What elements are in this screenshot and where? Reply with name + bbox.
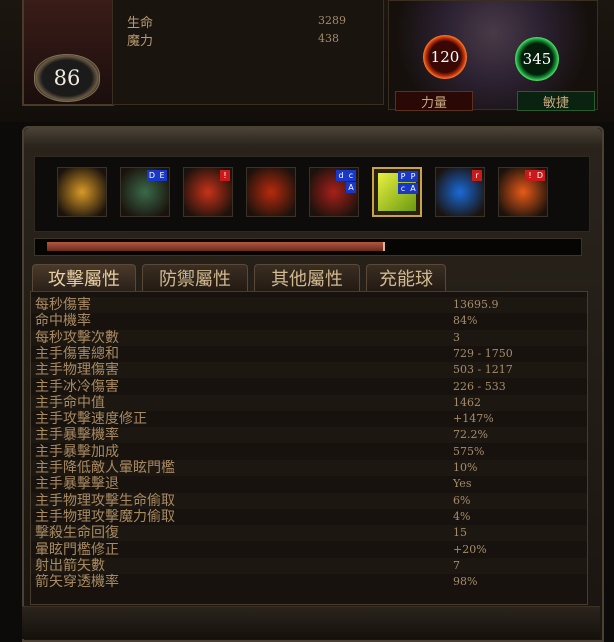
experience-bar (34, 238, 582, 256)
gem-link-tag: ! (525, 170, 535, 181)
stat-value: Yes (453, 477, 472, 491)
strength-label: 力量 (395, 91, 473, 111)
experience-bar-fill (47, 242, 385, 251)
stat-name: 擊殺生命回復 (35, 525, 119, 542)
stat-row: 主手暴擊加成 575% (31, 444, 587, 460)
stat-name: 主手暴擊機率 (35, 427, 119, 444)
stat-value: 10% (453, 461, 478, 474)
gem-link-tag: D (147, 170, 157, 181)
stat-value: 4% (453, 509, 471, 523)
stat-value: 15 (453, 526, 467, 540)
stat-row: 主手降低敵人暈眩門檻 10% (31, 460, 587, 476)
gem-link-tag: D (535, 170, 545, 181)
ember-skill-icon[interactable] (246, 167, 296, 217)
demon-skill-icon[interactable]: cdA (309, 167, 359, 217)
stat-name: 主手暴擊擊退 (35, 476, 119, 493)
tab-0[interactable]: 攻擊屬性 (32, 264, 136, 291)
stat-row: 主手物理攻擊生命偷取 6% (31, 492, 587, 509)
mana-value: 438 (318, 32, 339, 45)
window-bottom-frame (22, 606, 600, 639)
attribute-panel: 120 345 力量 敏捷 (388, 0, 598, 111)
stat-value: 84% (453, 314, 478, 328)
stat-row: 暈眩門檻修正 +20% (31, 542, 587, 558)
mana-label: 魔力 (127, 34, 154, 49)
gem-link-tag: A (346, 182, 356, 193)
gem-link-tag: P (408, 171, 418, 182)
stat-value: 98% (453, 575, 478, 589)
tab-1[interactable]: 防禦屬性 (142, 264, 248, 291)
gem-link-tag: ! (220, 170, 230, 181)
stat-name: 暈眩門檻修正 (35, 541, 119, 558)
gem-link-tag: c (346, 170, 356, 181)
life-label: 生命 (127, 16, 154, 31)
gem-link-tag: A (408, 183, 418, 194)
stat-name: 主手冰冷傷害 (35, 378, 119, 395)
dexterity-orb: 345 (515, 37, 559, 81)
gem-link-tag: r (472, 170, 482, 181)
gem-link-tag: P (398, 171, 408, 182)
stat-row: 擊殺生命回復 15 (31, 525, 587, 542)
life-mana-panel: 生命 3289 魔力 438 (112, 0, 384, 105)
stat-row: 命中機率 84% (31, 313, 587, 329)
stat-name: 主手物理攻擊魔力偷取 (35, 508, 175, 525)
character-header: 86 生命 3289 魔力 438 120 345 力量 敏捷 (0, 0, 614, 122)
life-value: 3289 (318, 14, 346, 27)
stat-value: 1462 (453, 395, 481, 409)
stat-row: 主手冰冷傷害 226 - 533 (31, 379, 587, 395)
stat-value: +147% (453, 412, 494, 426)
stat-row: 每秒傷害 13695.9 (31, 297, 587, 313)
stat-row: 每秒攻擊次數 3 (31, 329, 587, 346)
gem-link-tag: E (157, 170, 167, 181)
level-badge: 86 (34, 54, 100, 102)
dexterity-label: 敏捷 (517, 91, 595, 111)
stat-value: 503 - 1217 (453, 363, 513, 377)
leaf-skill-icon[interactable]: PPAc (372, 167, 422, 217)
stat-row: 主手攻擊速度修正 +147% (31, 411, 587, 427)
stat-value: 3 (453, 330, 460, 344)
stat-row: 主手命中值 1462 (31, 394, 587, 411)
stat-row: 主手物理傷害 503 - 1217 (31, 362, 587, 379)
gem-link-tag: c (398, 183, 408, 194)
tab-2[interactable]: 其他屬性 (254, 264, 360, 291)
stat-name: 射出箭矢數 (35, 557, 105, 574)
stat-value: 7 (453, 558, 460, 572)
flame-figure-skill-icon[interactable]: D! (498, 167, 548, 217)
sword-skill-icon[interactable] (57, 167, 107, 217)
strength-orb: 120 (423, 35, 467, 79)
stat-row: 主手暴擊機率 72.2% (31, 427, 587, 444)
stat-value: 13695.9 (453, 298, 499, 311)
stat-row: 主手暴擊擊退 Yes (31, 476, 587, 492)
stat-name: 主手暴擊加成 (35, 443, 119, 460)
stat-name: 主手傷害總和 (35, 345, 119, 362)
stats-table[interactable]: 每秒傷害 13695.9 命中機率 84% 每秒攻擊次數 3 主手傷害總和 729 - 175… (30, 291, 588, 605)
stat-row: 射出箭矢數 7 (31, 557, 587, 574)
stat-value: 6% (453, 493, 471, 507)
stat-row: 箭矢穿透機率 98% (31, 574, 587, 590)
fire-skill-icon[interactable]: ! (183, 167, 233, 217)
ice-skill-icon[interactable]: r (435, 167, 485, 217)
stat-value: 729 - 1750 (453, 346, 513, 360)
stat-value: 72.2% (453, 428, 488, 442)
stat-name: 主手物理攻擊生命偷取 (35, 492, 175, 509)
portrait-skill-icon[interactable]: ED (120, 167, 170, 217)
stat-row: 主手傷害總和 729 - 1750 (31, 346, 587, 362)
stat-name: 主手降低敵人暈眩門檻 (35, 460, 175, 476)
stat-name: 箭矢穿透機率 (35, 574, 119, 591)
stat-name: 每秒攻擊次數 (35, 329, 119, 346)
stat-value: +20% (453, 542, 487, 556)
stat-name: 每秒傷害 (35, 297, 91, 313)
window-title-bar (24, 128, 602, 146)
tab-3[interactable]: 充能球 (366, 264, 446, 291)
stat-name: 命中機率 (35, 313, 91, 330)
gem-link-tag: d (336, 170, 346, 181)
stat-name: 主手攻擊速度修正 (35, 411, 147, 428)
stat-name: 主手物理傷害 (35, 362, 119, 379)
stat-value: 575% (453, 444, 485, 458)
stat-name: 主手命中值 (35, 394, 105, 411)
stat-row: 主手物理攻擊魔力偷取 4% (31, 509, 587, 525)
skill-bar: E D! c d A P P Ac r D! (34, 156, 590, 232)
stat-value: 226 - 533 (453, 379, 506, 393)
